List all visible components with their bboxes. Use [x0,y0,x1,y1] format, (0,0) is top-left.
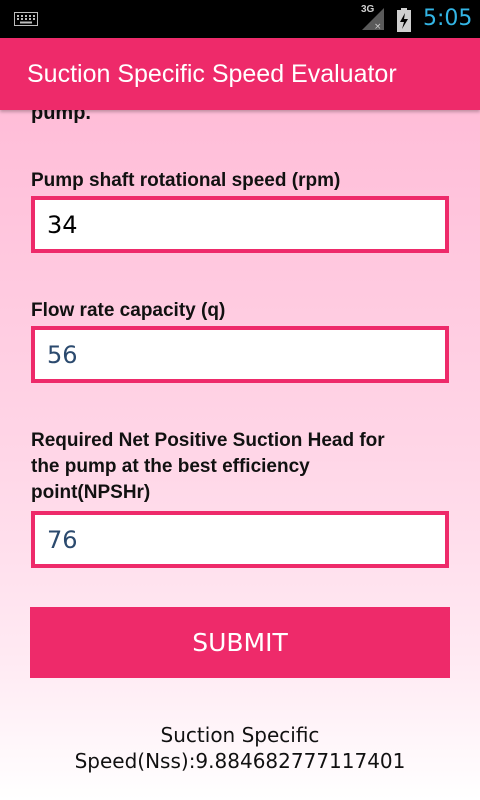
battery-icon [397,8,411,32]
npshr-input[interactable]: 76 [31,511,449,568]
status-bar: × 3G 5:05 [0,0,480,38]
npshr-label-line3: point(NPSHr) [31,482,151,503]
rpm-input[interactable]: 34 [31,196,449,253]
form-content[interactable]: pump. Pump shaft rotational speed (rpm) … [0,110,480,800]
npshr-label-line2: the pump at the best efficiency [31,456,310,477]
submit-button[interactable]: SUBMIT [30,607,450,678]
network-type: 3G [361,4,375,15]
npshr-label-line1: Required Net Positive Suction Head for [31,430,385,451]
keyboard-icon [14,12,38,26]
rpm-label: Pump shaft rotational speed (rpm) [31,170,341,191]
result-text: Suction Specific Speed(Nss):9.8846827771… [0,722,480,774]
result-line1: Suction Specific [160,723,320,747]
npshr-label: Required Net Positive Suction Head for t… [31,428,385,506]
flow-rate-input[interactable]: 56 [31,326,449,383]
svg-text:×: × [374,22,382,32]
app-title: Suction Specific Speed Evaluator [27,60,397,88]
status-clock: 5:05 [423,6,473,31]
flow-rate-input-value: 56 [47,340,78,369]
result-line2: Speed(Nss):9.884682777117401 [74,749,406,773]
npshr-input-value: 76 [47,525,78,554]
cut-off-label: pump. [31,110,91,124]
rpm-input-value: 34 [47,210,78,239]
app-bar: Suction Specific Speed Evaluator [0,38,480,110]
flow-rate-label: Flow rate capacity (q) [31,300,226,321]
